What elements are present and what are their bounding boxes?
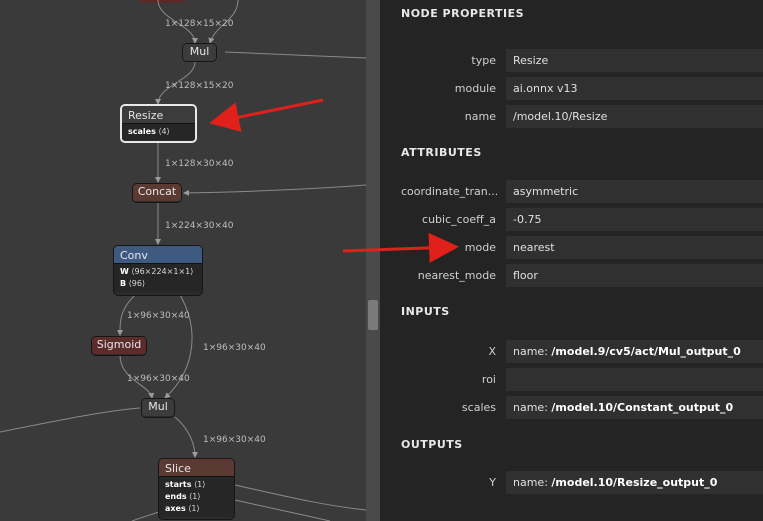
attr-row-coordinate-transformation-mode: coordinate_tran... asymmetric — [380, 180, 763, 203]
node-title: Sigmoid — [92, 337, 146, 354]
node-slice[interactable]: Slice starts ⟨1⟩ ends ⟨1⟩ axes ⟨1⟩ — [158, 458, 235, 520]
edge-label-conv-left: 1×96×30×40 — [127, 311, 190, 321]
edge-label-concat-out: 1×224×30×40 — [165, 221, 234, 231]
edge-label-sigmoid-out: 1×96×30×40 — [127, 374, 190, 384]
attr-value: ⟨1⟩ — [188, 504, 200, 513]
inputs-section-title: INPUTS — [401, 305, 450, 318]
node-mul[interactable]: Mul — [182, 43, 217, 62]
prop-key: type — [471, 54, 496, 67]
attr-value[interactable]: asymmetric — [506, 180, 763, 203]
edge-label-mul-out: 1×128×15×20 — [165, 81, 234, 91]
edge-label-top: 1×128×15×20 — [165, 19, 234, 29]
outputs-section-title: OUTPUTS — [401, 438, 463, 451]
input-key: roi — [481, 373, 496, 386]
attr-value: ⟨1⟩ — [194, 480, 206, 489]
edge-label-conv-right: 1×96×30×40 — [203, 343, 266, 353]
output-name: /model.10/Resize_output_0 — [551, 476, 718, 489]
prop-value[interactable]: ai.onnx v13 — [506, 77, 763, 100]
attr-key: mode — [464, 241, 496, 254]
input-key: X — [488, 345, 496, 358]
node-resize[interactable]: Resize scales ⟨4⟩ — [120, 104, 197, 143]
node-title: Mul — [183, 44, 216, 61]
node-title: Slice — [159, 459, 234, 476]
attr-row: ends ⟨1⟩ — [165, 491, 228, 503]
prop-value[interactable]: Resize — [506, 49, 763, 72]
attr-value: ⟨96⟩ — [128, 279, 146, 288]
node-concat[interactable]: Concat — [132, 183, 182, 203]
attr-key: axes — [165, 504, 186, 513]
output-row-y: Y name: /model.10/Resize_output_0 — [380, 471, 763, 494]
node-attributes: scales ⟨4⟩ — [122, 123, 195, 140]
input-name: /model.9/cv5/act/Mul_output_0 — [551, 345, 741, 358]
prop-key: module — [454, 82, 496, 95]
node-title: Resize — [122, 106, 195, 123]
output-prefix: name: — [513, 476, 552, 489]
input-value[interactable]: name: /model.9/cv5/act/Mul_output_0 — [506, 340, 763, 363]
node-conv[interactable]: Conv W ⟨96×224×1×1⟩ B ⟨96⟩ — [113, 245, 203, 296]
node-properties-panel: NODE PROPERTIES type Resize module ai.on… — [380, 0, 763, 521]
input-value[interactable] — [506, 368, 763, 391]
attr-row: axes ⟨1⟩ — [165, 503, 228, 515]
attr-row-mode: mode nearest — [380, 236, 763, 259]
input-prefix: name: — [513, 401, 552, 414]
prop-key: name — [464, 110, 496, 123]
input-value[interactable]: name: /model.10/Constant_output_0 — [506, 396, 763, 419]
input-row-x: X name: /model.9/cv5/act/Mul_output_0 — [380, 340, 763, 363]
node-attributes: W ⟨96×224×1×1⟩ B ⟨96⟩ — [114, 263, 202, 292]
attr-value: ⟨4⟩ — [158, 127, 170, 136]
attr-key: coordinate_tran... — [401, 185, 497, 198]
attr-key: W — [120, 267, 129, 276]
node-attributes: starts ⟨1⟩ ends ⟨1⟩ axes ⟨1⟩ — [159, 476, 234, 517]
prop-row-type: type Resize — [380, 49, 763, 72]
attr-row: B ⟨96⟩ — [120, 278, 196, 290]
attr-value: ⟨96×224×1×1⟩ — [131, 267, 194, 276]
edge-label-resize-out: 1×128×30×40 — [165, 159, 234, 169]
attr-key: cubic_coeff_a — [422, 213, 496, 226]
input-prefix: name: — [513, 345, 552, 358]
attr-value[interactable]: floor — [506, 264, 763, 287]
attr-value: ⟨1⟩ — [189, 492, 201, 501]
attr-row: starts ⟨1⟩ — [165, 479, 228, 491]
panel-title: NODE PROPERTIES — [401, 7, 524, 20]
graph-scrollbar[interactable] — [366, 0, 380, 521]
prop-row-name: name /model.10/Resize — [380, 105, 763, 128]
node-title: Concat — [133, 184, 181, 201]
attr-key: scales — [128, 127, 156, 136]
input-row-scales: scales name: /model.10/Constant_output_0 — [380, 396, 763, 419]
attr-key: B — [120, 279, 127, 288]
input-row-roi: roi — [380, 368, 763, 391]
node-title: Mul — [142, 399, 174, 416]
attr-value[interactable]: nearest — [506, 236, 763, 259]
attributes-section-title: ATTRIBUTES — [401, 146, 482, 159]
scrollbar-thumb[interactable] — [368, 300, 378, 330]
prop-value[interactable]: /model.10/Resize — [506, 105, 763, 128]
edge-label-mul2-out: 1×96×30×40 — [203, 435, 266, 445]
attr-key: starts — [165, 480, 192, 489]
node-title: Conv — [114, 246, 202, 263]
node-mul-2[interactable]: Mul — [141, 398, 175, 418]
attr-key: nearest_mode — [417, 269, 496, 282]
attr-value[interactable]: -0.75 — [506, 208, 763, 231]
attr-row: W ⟨96×224×1×1⟩ — [120, 266, 196, 278]
attr-key: ends — [165, 492, 187, 501]
attr-row-nearest-mode: nearest_mode floor — [380, 264, 763, 287]
attr-row-cubic-coeff-a: cubic_coeff_a -0.75 — [380, 208, 763, 231]
input-key: scales — [461, 401, 496, 414]
input-name: /model.10/Constant_output_0 — [551, 401, 734, 414]
output-key: Y — [489, 476, 496, 489]
output-value[interactable]: name: /model.10/Resize_output_0 — [506, 471, 763, 494]
node-sigmoid[interactable]: Sigmoid — [91, 336, 147, 356]
graph-canvas[interactable]: 1×128×15×20 1×128×15×20 1×128×30×40 1×22… — [0, 0, 366, 521]
prop-row-module: module ai.onnx v13 — [380, 77, 763, 100]
